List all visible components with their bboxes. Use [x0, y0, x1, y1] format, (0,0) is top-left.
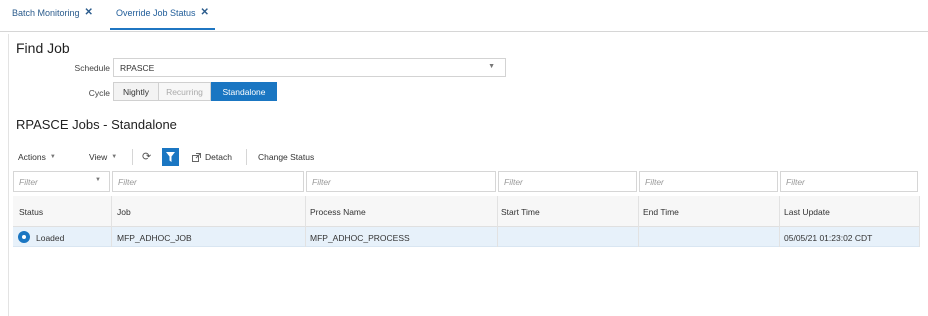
- column-header-end-time[interactable]: End Time: [643, 207, 679, 217]
- chevron-down-icon: ▼: [49, 154, 56, 160]
- tab-batch-monitoring[interactable]: Batch Monitoring ✕: [12, 8, 93, 30]
- actions-label: Actions: [18, 152, 46, 162]
- cycle-recurring-button[interactable]: Recurring: [159, 82, 211, 101]
- column-header-start-time[interactable]: Start Time: [501, 207, 540, 217]
- tab-override-job-status[interactable]: Override Job Status ✕: [110, 8, 215, 30]
- column-header-status[interactable]: Status: [19, 207, 43, 217]
- column-divider: [305, 196, 306, 247]
- filter-end-time[interactable]: Filter: [639, 171, 778, 192]
- view-menu[interactable]: View ▼: [89, 152, 117, 162]
- chevron-down-icon: ▼: [95, 177, 101, 183]
- cycle-label: Cycle: [88, 88, 110, 98]
- column-divider: [497, 196, 498, 247]
- filter-start-time[interactable]: Filter: [498, 171, 637, 192]
- toolbar-divider: [132, 149, 133, 165]
- chevron-down-icon: ▼: [488, 63, 495, 70]
- filter-icon: [166, 152, 175, 162]
- change-status-button[interactable]: Change Status: [258, 152, 314, 162]
- column-divider: [638, 196, 639, 247]
- filter-process-name[interactable]: Filter: [306, 171, 496, 192]
- cycle-standalone-button[interactable]: Standalone: [211, 82, 277, 101]
- column-divider: [111, 196, 112, 247]
- cell-last-update: 05/05/21 01:23:02 CDT: [784, 233, 873, 243]
- filter-toggle-button[interactable]: [162, 148, 179, 166]
- tab-bar: Batch Monitoring ✕ Override Job Status ✕: [0, 0, 928, 32]
- close-icon[interactable]: ✕: [85, 8, 93, 18]
- column-divider: [779, 196, 780, 247]
- close-icon[interactable]: ✕: [201, 8, 209, 18]
- column-header-process-name[interactable]: Process Name: [310, 207, 366, 217]
- detach-label: Detach: [205, 152, 232, 162]
- detach-icon: [192, 152, 201, 162]
- column-header-last-update[interactable]: Last Update: [784, 207, 830, 217]
- column-header-job[interactable]: Job: [117, 207, 131, 217]
- schedule-select[interactable]: RPASCE ▼: [113, 58, 506, 77]
- cycle-nightly-button[interactable]: Nightly: [113, 82, 159, 101]
- toolbar-divider: [246, 149, 247, 165]
- schedule-value: RPASCE: [120, 63, 155, 73]
- schedule-label: Schedule: [74, 63, 110, 73]
- cell-status: Loaded: [36, 233, 65, 243]
- filter-status[interactable]: Filter ▼: [13, 171, 110, 192]
- column-divider: [919, 196, 920, 247]
- tab-label: Batch Monitoring: [12, 8, 80, 18]
- actions-menu[interactable]: Actions ▼: [18, 152, 56, 162]
- chevron-down-icon: ▼: [111, 154, 118, 160]
- cell-job: MFP_ADHOC_JOB: [117, 233, 192, 243]
- filter-job[interactable]: Filter: [112, 171, 304, 192]
- detach-button[interactable]: Detach: [192, 152, 232, 162]
- filter-last-update[interactable]: Filter: [780, 171, 918, 192]
- refresh-icon[interactable]: ⟳: [142, 150, 151, 163]
- tab-label: Override Job Status: [116, 8, 196, 18]
- filter-placeholder: Filter: [19, 177, 38, 187]
- view-label: View: [89, 152, 108, 162]
- cell-process-name: MFP_ADHOC_PROCESS: [310, 233, 410, 243]
- find-job-title: Find Job: [16, 40, 70, 56]
- radio-selected-icon[interactable]: [18, 231, 30, 243]
- jobs-title: RPASCE Jobs - Standalone: [16, 117, 177, 132]
